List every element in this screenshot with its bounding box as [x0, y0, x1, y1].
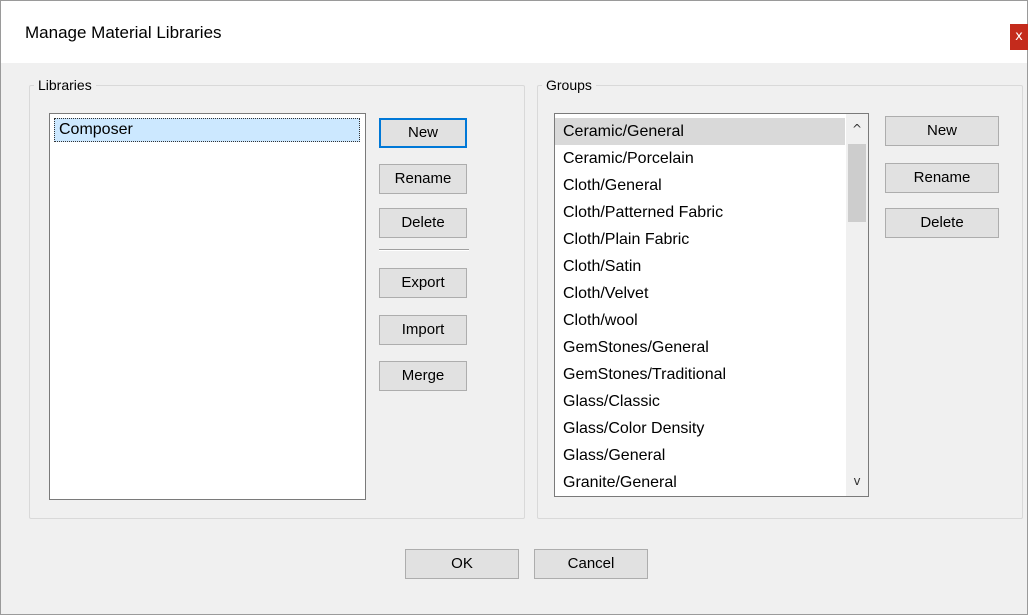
group-new-button[interactable]: New: [885, 116, 999, 146]
library-new-button[interactable]: New: [379, 118, 467, 148]
group-list-item[interactable]: Granite/General: [555, 469, 845, 496]
group-list-item[interactable]: Cloth/Satin: [555, 253, 845, 280]
group-list-item[interactable]: Ceramic/General: [555, 118, 845, 145]
groups-scrollbar[interactable]: ^ v: [846, 114, 868, 496]
groups-listbox[interactable]: Ceramic/General Ceramic/Porcelain Cloth/Ge…: [554, 113, 869, 497]
manage-material-libraries-dialog: Manage Material Libraries Libraries Grou…: [0, 0, 1028, 615]
group-list-item[interactable]: Cloth/Plain Fabric: [555, 226, 845, 253]
groups-list-items: Ceramic/General Ceramic/Porcelain Cloth/Ge…: [555, 118, 845, 496]
group-list-item[interactable]: Glass/General: [555, 442, 845, 469]
group-list-item[interactable]: GemStones/Traditional: [555, 361, 845, 388]
cancel-button[interactable]: Cancel: [534, 549, 648, 579]
library-delete-button[interactable]: Delete: [379, 208, 467, 238]
libraries-listbox[interactable]: Composer: [49, 113, 366, 500]
button-separator: [379, 249, 469, 251]
libraries-legend: Libraries: [38, 77, 92, 93]
library-merge-button[interactable]: Merge: [379, 361, 467, 391]
group-list-item[interactable]: Glass/Classic: [555, 388, 845, 415]
library-export-button[interactable]: Export: [379, 268, 467, 298]
scroll-down-arrow-icon[interactable]: v: [846, 468, 868, 494]
library-rename-button[interactable]: Rename: [379, 164, 467, 194]
ok-button[interactable]: OK: [405, 549, 519, 579]
library-import-button[interactable]: Import: [379, 315, 467, 345]
group-list-item[interactable]: Ceramic/Porcelain: [555, 145, 845, 172]
dialog-title: Manage Material Libraries: [25, 23, 222, 42]
scroll-thumb[interactable]: [848, 144, 866, 222]
group-list-item[interactable]: Cloth/Patterned Fabric: [555, 199, 845, 226]
group-rename-button[interactable]: Rename: [885, 163, 999, 193]
scroll-up-arrow-icon[interactable]: ^: [846, 116, 868, 142]
library-item-composer[interactable]: Composer: [54, 118, 360, 142]
group-list-item[interactable]: Cloth/Velvet: [555, 280, 845, 307]
close-icon[interactable]: x: [1010, 24, 1028, 50]
title-bar[interactable]: Manage Material Libraries: [1, 1, 1027, 63]
group-list-item[interactable]: Cloth/General: [555, 172, 845, 199]
group-list-item[interactable]: Cloth/wool: [555, 307, 845, 334]
group-list-item[interactable]: GemStones/General: [555, 334, 845, 361]
group-list-item[interactable]: Glass/Color Density: [555, 415, 845, 442]
group-delete-button[interactable]: Delete: [885, 208, 999, 238]
groups-legend: Groups: [546, 77, 592, 93]
